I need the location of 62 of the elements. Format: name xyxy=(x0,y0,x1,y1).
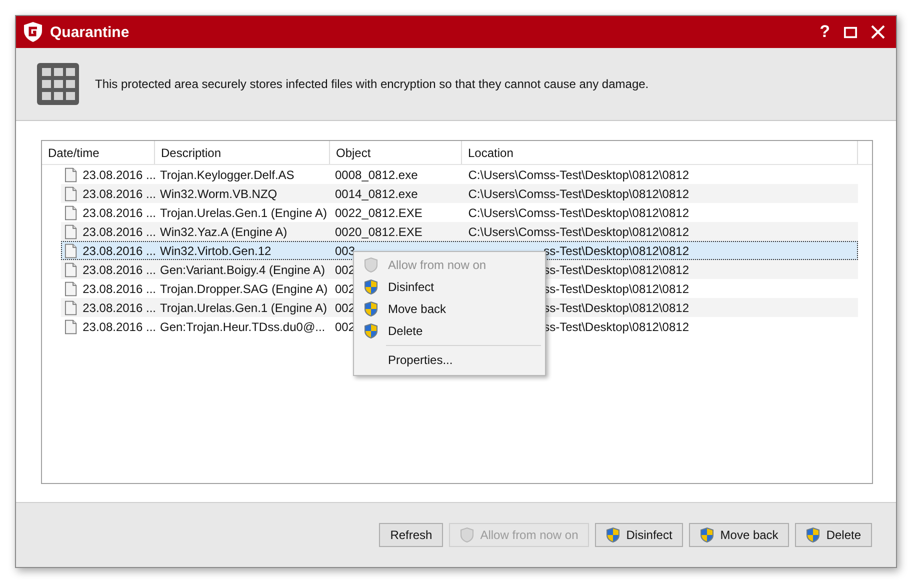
file-icon xyxy=(65,280,77,296)
column-header[interactable]: Object xyxy=(330,141,462,164)
table-cell: ss-Test\Desktop\0812\0812 xyxy=(544,320,689,334)
table-cell: C:\Users\Comss-Test\Desktop\0812\0812 xyxy=(468,186,689,200)
table-cell: ss-Test\Desktop\0812\0812 xyxy=(544,244,689,258)
table-cell: Win32.Yaz.A (Engine A) xyxy=(160,224,288,238)
table-cell[interactable]: 23.08.2016 ... xyxy=(82,186,156,200)
table-cell: 0022_0812.EXE xyxy=(335,206,422,220)
action-button[interactable]: Move back xyxy=(689,523,790,547)
menu-item[interactable]: Disinfect xyxy=(354,276,545,298)
table-cell[interactable]: 23.08.2016 ... xyxy=(82,244,156,258)
table-cell: Gen:Variant.Boigy.4 (Engine A) xyxy=(160,262,325,276)
table-cell: Win32.Worm.VB.NZQ xyxy=(160,186,278,200)
shield-icon xyxy=(806,527,820,543)
shield-icon xyxy=(460,527,474,543)
table-cell: ss-Test\Desktop\0812\0812 xyxy=(544,300,689,314)
table-cell: C:\Users\Comss-Test\Desktop\0812\0812 xyxy=(468,206,689,220)
shield-icon xyxy=(364,301,378,317)
file-icon xyxy=(65,166,77,182)
table-cell: 0020_0812.EXE xyxy=(335,224,422,238)
window-title: Quarantine xyxy=(50,24,130,40)
shield-icon xyxy=(606,527,620,543)
shield-icon xyxy=(700,527,714,543)
action-button[interactable]: Delete xyxy=(795,523,872,547)
file-icon xyxy=(65,242,77,258)
file-icon xyxy=(65,204,77,220)
table-cell[interactable]: 23.08.2016 ... xyxy=(82,224,156,238)
table-cell[interactable]: 23.08.2016 ... xyxy=(82,206,156,220)
description-text: This protected area securely stores infected files with encryption so that they cannot cause any damage. xyxy=(95,77,649,91)
action-button[interactable]: Disinfect xyxy=(595,523,684,547)
table-cell: ss-Test\Desktop\0812\0812 xyxy=(544,282,689,296)
table-cell[interactable]: 23.08.2016 ... xyxy=(82,262,156,276)
table-cell[interactable]: 23.08.2016 ... xyxy=(82,320,156,334)
file-icon xyxy=(65,318,77,334)
table-cell: 0008_0812.exe xyxy=(335,168,418,182)
menu-item[interactable]: Delete xyxy=(354,320,545,342)
table-cell[interactable]: 23.08.2016 ... xyxy=(82,300,156,314)
column-header[interactable]: Location xyxy=(462,141,858,164)
shield-icon xyxy=(364,323,378,339)
grid-icon xyxy=(37,63,79,105)
table-cell: Trojan.Urelas.Gen.1 (Engine A) xyxy=(160,300,327,314)
table-cell: Trojan.Dropper.SAG (Engine A) xyxy=(160,282,328,296)
table-cell[interactable]: 23.08.2016 ... xyxy=(82,168,156,182)
table-cell: 0014_0812.exe xyxy=(335,186,418,200)
menu-item[interactable]: Move back xyxy=(354,298,545,320)
shield-icon xyxy=(364,257,378,273)
table-cell: Trojan.Keylogger.Delf.AS xyxy=(160,168,294,182)
shield-icon xyxy=(364,279,378,295)
column-header[interactable]: Date/time xyxy=(42,141,155,164)
help-button[interactable]: ? xyxy=(816,22,833,42)
action-button[interactable]: Refresh xyxy=(379,523,444,547)
table-cell: Gen:Trojan.Heur.TDss.du0@... xyxy=(160,320,326,334)
maximize-button[interactable] xyxy=(841,26,860,38)
column-header[interactable]: Description xyxy=(155,141,330,164)
table-cell: C:\Users\Comss-Test\Desktop\0812\0812 xyxy=(468,224,689,238)
shield-logo-icon xyxy=(24,22,42,42)
table-cell: Win32.Virtob.Gen.12 xyxy=(160,244,272,258)
table-cell: C:\Users\Comss-Test\Desktop\0812\0812 xyxy=(468,168,689,182)
table-cell[interactable]: 23.08.2016 ... xyxy=(82,282,156,296)
table-cell: Trojan.Urelas.Gen.1 (Engine A) xyxy=(160,206,327,220)
menu-item[interactable]: Properties... xyxy=(354,349,545,371)
table-cell: ss-Test\Desktop\0812\0812 xyxy=(544,262,689,276)
